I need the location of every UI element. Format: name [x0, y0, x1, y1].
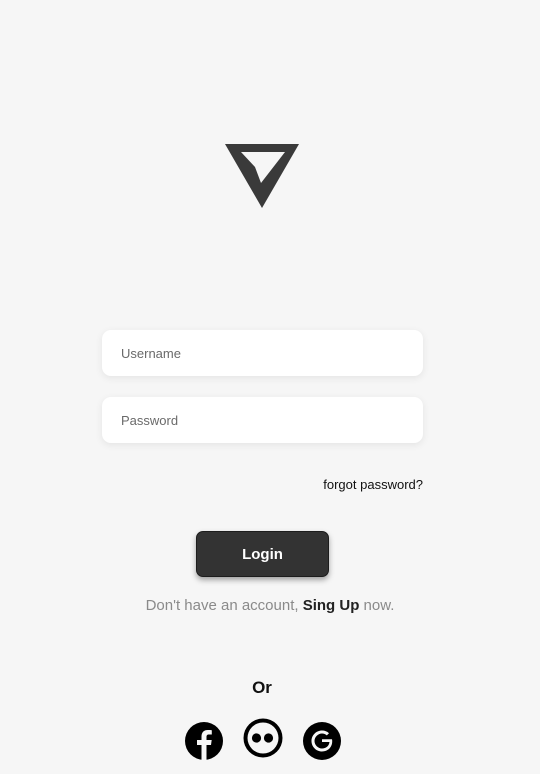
password-field[interactable]	[102, 397, 423, 443]
username-field[interactable]	[102, 330, 423, 376]
app-logo-icon	[225, 144, 299, 208]
facebook-icon[interactable]	[183, 720, 225, 762]
forgot-password-link[interactable]: forgot password?	[323, 477, 423, 492]
signup-suffix-text: now.	[359, 597, 395, 614]
google-icon[interactable]	[301, 720, 343, 762]
password-input[interactable]	[102, 397, 423, 443]
username-input[interactable]	[102, 330, 423, 376]
signup-link[interactable]: Sing Up	[303, 597, 360, 614]
signup-prefix-text: Don't have an account,	[145, 597, 303, 614]
flickr-icon[interactable]	[242, 717, 284, 759]
or-divider-label: Or	[252, 678, 272, 697]
signup-prompt: Don't have an account, Sing Up now.	[0, 597, 540, 614]
login-button[interactable]: Login	[196, 531, 329, 577]
